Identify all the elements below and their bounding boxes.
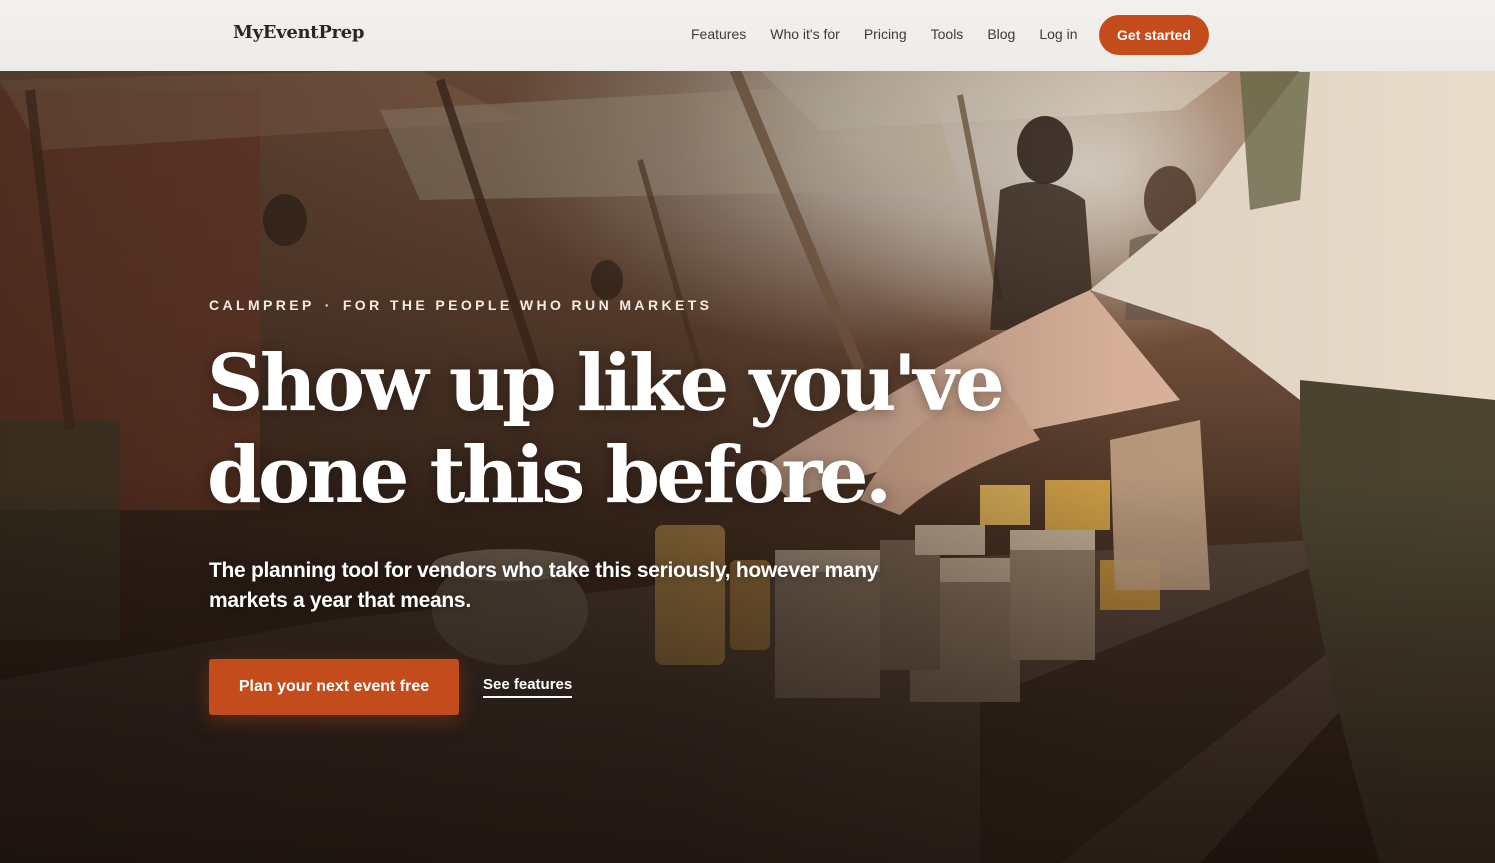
brand-logo[interactable]: MyEventPrep (233, 22, 364, 43)
nav-link-who-its-for[interactable]: Who it's for (770, 26, 840, 42)
hero-eyebrow: CALMPREP · FOR THE PEOPLE WHO RUN MARKETS (209, 297, 712, 313)
eyebrow-brand: CALMPREP (209, 297, 315, 313)
nav-link-tools[interactable]: Tools (931, 26, 964, 42)
eyebrow-separator: · (324, 297, 333, 313)
nav-link-log-in[interactable]: Log in (1039, 26, 1077, 42)
top-navigation-bar: MyEventPrep Features Who it's for Pricin… (0, 0, 1495, 71)
eyebrow-tagline: FOR THE PEOPLE WHO RUN MARKETS (342, 297, 713, 313)
headline-line-1: Show up like you've (207, 338, 1005, 429)
get-started-button[interactable]: Get started (1099, 15, 1209, 55)
nav-link-blog[interactable]: Blog (987, 26, 1015, 42)
see-features-link[interactable]: See features (483, 676, 573, 698)
hero-subheadline: The planning tool for vendors who take t… (209, 559, 879, 612)
nav-links: Features Who it's for Pricing Tools Blog… (691, 26, 1102, 42)
plan-next-event-button[interactable]: Plan your next event free (209, 659, 459, 715)
nav-link-pricing[interactable]: Pricing (864, 26, 907, 42)
nav-link-features[interactable]: Features (691, 26, 746, 42)
hero-headline: Show up like you've done this before. (207, 338, 1007, 522)
headline-line-2: done this before. (207, 430, 892, 521)
